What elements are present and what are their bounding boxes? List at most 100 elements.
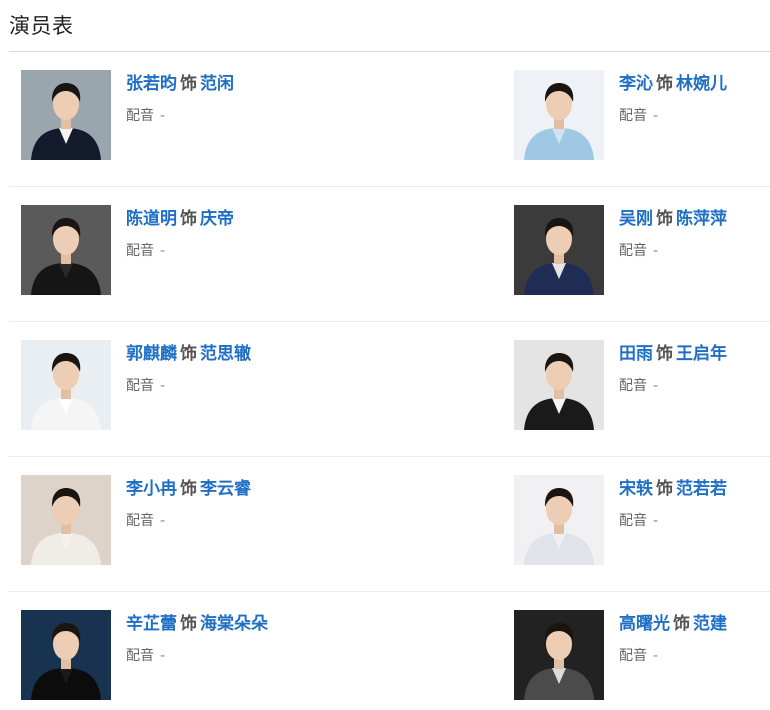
as-label: 饰 [180,209,197,229]
name-line: 李沁饰林婉儿 [619,72,770,96]
role-name-link[interactable]: 陈萍萍 [676,209,727,229]
as-label: 饰 [656,344,673,364]
cast-card: 李沁饰林婉儿 配音 - [514,70,764,162]
actor-photo[interactable] [514,70,604,160]
voice-line: 配音 - [619,376,770,396]
actor-photo[interactable] [21,70,111,160]
name-line: 宋轶饰范若若 [619,477,770,501]
cast-info: 宋轶饰范若若 配音 - [619,477,770,531]
cast-card: 田雨饰王启年 配音 - [514,340,764,432]
voice-value: - [160,243,166,259]
as-label: 饰 [180,614,197,634]
cast-card: 李小冉饰李云睿 配音 - [21,475,461,567]
voice-value: - [160,378,166,394]
cast-info: 高曙光饰范建 配音 - [619,612,770,666]
actor-name-link[interactable]: 陈道明 [126,209,177,229]
voice-line: 配音 - [126,376,446,396]
actor-photo[interactable] [21,610,111,700]
cast-row: 李小冉饰李云睿 配音 - 宋轶饰范若若 配音 - [9,457,770,592]
cast-info: 张若昀饰范闲 配音 - [126,72,446,126]
cast-info: 辛芷蕾饰海棠朵朵 配音 - [126,612,446,666]
cast-row: 辛芷蕾饰海棠朵朵 配音 - 高曙光饰范建 配音 - [9,592,770,710]
portrait-image [21,610,111,700]
as-label: 饰 [656,74,673,94]
name-line: 陈道明饰庆帝 [126,207,446,231]
cast-card: 陈道明饰庆帝 配音 - [21,205,461,297]
actor-photo[interactable] [21,475,111,565]
as-label: 饰 [673,614,690,634]
portrait-image [21,70,111,160]
role-name-link[interactable]: 王启年 [676,344,727,364]
name-line: 田雨饰王启年 [619,342,770,366]
voice-label: 配音 [619,108,647,124]
portrait-image [21,205,111,295]
actor-name-link[interactable]: 宋轶 [619,479,653,499]
portrait-image [21,340,111,430]
voice-label: 配音 [126,648,154,664]
portrait-image [514,610,604,700]
actor-name-link[interactable]: 张若昀 [126,74,177,94]
role-name-link[interactable]: 范思辙 [200,344,251,364]
actor-name-link[interactable]: 辛芷蕾 [126,614,177,634]
page-title: 演员表 [9,14,74,38]
voice-value: - [653,378,659,394]
voice-value: - [160,513,166,529]
as-label: 饰 [180,479,197,499]
voice-line: 配音 - [126,106,446,126]
actor-name-link[interactable]: 田雨 [619,344,653,364]
role-name-link[interactable]: 林婉儿 [676,74,727,94]
actor-name-link[interactable]: 李沁 [619,74,653,94]
name-line: 张若昀饰范闲 [126,72,446,96]
actor-name-link[interactable]: 郭麒麟 [126,344,177,364]
actor-photo[interactable] [21,205,111,295]
actor-name-link[interactable]: 李小冉 [126,479,177,499]
cast-card: 辛芷蕾饰海棠朵朵 配音 - [21,610,461,702]
actor-photo[interactable] [514,610,604,700]
role-name-link[interactable]: 李云睿 [200,479,251,499]
cast-row: 陈道明饰庆帝 配音 - 吴刚饰陈萍萍 配音 - [9,187,770,322]
cast-card: 张若昀饰范闲 配音 - [21,70,461,162]
role-name-link[interactable]: 庆帝 [200,209,234,229]
cast-list-page: 演员表 张若昀饰范闲 配音 - 李沁饰林婉儿 配音 - 陈道明 饰 庆帝 配音 … [0,0,770,710]
actor-name-link[interactable]: 吴刚 [619,209,653,229]
section-header: 演员表 [9,0,770,52]
voice-label: 配音 [126,108,154,124]
voice-value: - [160,108,166,124]
voice-line: 配音 - [619,106,770,126]
as-label: 饰 [180,74,197,94]
actor-photo[interactable] [514,205,604,295]
name-line: 郭麒麟饰范思辙 [126,342,446,366]
actor-photo[interactable] [514,340,604,430]
name-line: 吴刚饰陈萍萍 [619,207,770,231]
role-name-link[interactable]: 范闲 [200,74,234,94]
voice-line: 配音 - [619,646,770,666]
role-name-link[interactable]: 范建 [693,614,727,634]
as-label: 饰 [180,344,197,364]
portrait-image [514,70,604,160]
actor-name-link[interactable]: 高曙光 [619,614,670,634]
portrait-image [21,475,111,565]
cast-info: 郭麒麟饰范思辙 配音 - [126,342,446,396]
cast-row: 郭麒麟饰范思辙 配音 - 田雨饰王启年 配音 - [9,322,770,457]
cast-card: 宋轶饰范若若 配音 - [514,475,764,567]
cast-info: 李小冉饰李云睿 配音 - [126,477,446,531]
voice-line: 配音 - [619,511,770,531]
voice-line: 配音 - [126,511,446,531]
voice-value: - [653,513,659,529]
cast-info: 李沁饰林婉儿 配音 - [619,72,770,126]
cast-row: 张若昀饰范闲 配音 - 李沁饰林婉儿 配音 - [9,52,770,187]
voice-line: 配音 - [619,241,770,261]
actor-photo[interactable] [21,340,111,430]
actor-photo[interactable] [514,475,604,565]
voice-label: 配音 [619,243,647,259]
cast-info: 田雨饰王启年 配音 - [619,342,770,396]
role-name-link[interactable]: 范若若 [676,479,727,499]
cast-card: 郭麒麟饰范思辙 配音 - [21,340,461,432]
portrait-image [514,475,604,565]
portrait-image [514,205,604,295]
cast-info: 陈道明饰庆帝 配音 - [126,207,446,261]
voice-label: 配音 [126,378,154,394]
cast-card: 高曙光饰范建 配音 - [514,610,764,702]
role-name-link[interactable]: 海棠朵朵 [200,614,268,634]
voice-label: 配音 [619,378,647,394]
